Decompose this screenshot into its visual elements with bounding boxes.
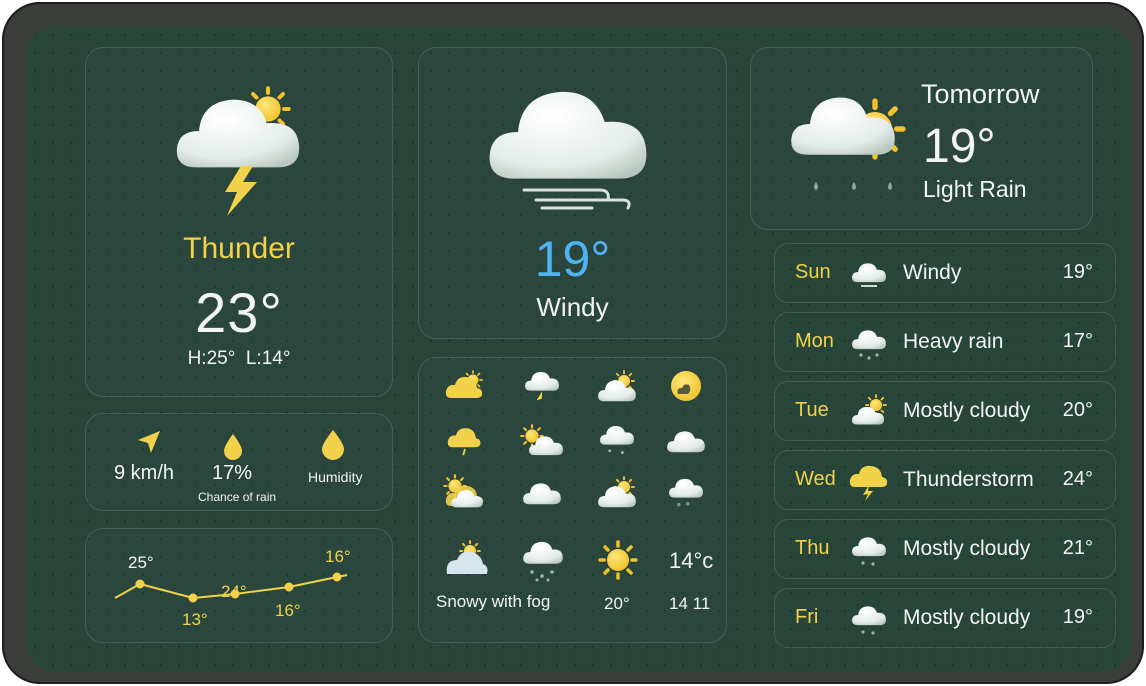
forecast-condition: Mostly cloudy: [903, 537, 1031, 560]
rain-chance: 17%: [212, 462, 253, 484]
low-temp: L:14°: [245, 348, 291, 369]
heavy-rain-icon: [852, 330, 886, 360]
snow-cloud-icon: [523, 541, 563, 582]
device-frame: Thunder 23° H:25° L:14° 9 km/h 17% Chanc…: [2, 2, 1144, 684]
forecast-temp: 24°: [1062, 468, 1093, 490]
forecast-day: Wed: [795, 468, 836, 490]
forecast-condition: Mostly cloudy: [903, 399, 1031, 422]
forecast-row[interactable]: Fri Mostly cloudy 19°: [774, 588, 1116, 648]
partly-sunny-icon: [445, 370, 483, 398]
sun-cloud-small-icon: [443, 474, 484, 508]
cloud-drizzle-icon: [600, 425, 634, 455]
current-condition: Thunder: [183, 232, 295, 265]
windy-cloud-icon: [852, 263, 886, 287]
cloud-rain-icon: [852, 537, 886, 566]
forecast-row[interactable]: Thu Mostly cloudy 21°: [774, 519, 1116, 579]
forecast-condition: Mostly cloudy: [903, 606, 1031, 629]
trend-point: [284, 582, 294, 592]
high-temp: H:25°: [187, 348, 236, 369]
trend-point: [188, 593, 198, 603]
forecast-day: Tue: [795, 399, 829, 421]
grid-caption: Snowy with fog: [436, 592, 551, 611]
forecast-temp: 19°: [1062, 606, 1093, 628]
mostly-cloudy-icon: [598, 476, 636, 508]
current-temp: 23°: [195, 281, 283, 344]
cloud-icon: [523, 483, 561, 505]
tomorrow-label: Tomorrow: [921, 79, 1040, 109]
forecast-condition: Windy: [903, 261, 962, 284]
trend-label: 16°: [325, 547, 351, 566]
grid-temp-c: 14 11: [669, 594, 711, 613]
sun-behind-cloud-icon: [520, 424, 563, 456]
trend-label: 13°: [182, 610, 208, 629]
rain-chance-label: Chance of rain: [198, 490, 277, 504]
weather-dashboard: Thunder 23° H:25° L:14° 9 km/h 17% Chanc…: [26, 26, 1132, 672]
cloudy-icon: [667, 431, 705, 453]
trend-point: [135, 579, 145, 589]
grid-temp-a: 20°: [604, 594, 630, 613]
trend-label: 25°: [128, 553, 154, 572]
raindrop-icon: [224, 434, 242, 460]
center-temp: 19°: [534, 231, 611, 287]
trend-point: [332, 572, 342, 582]
windy-cloud-icon: [489, 91, 647, 210]
thunder-cloud-icon: [525, 371, 559, 401]
forecast-row[interactable]: Mon Heavy rain 17°: [774, 312, 1116, 372]
forecast-day: Mon: [795, 330, 834, 352]
forecast-day: Thu: [795, 537, 830, 559]
forecast-temp: 19°: [1062, 261, 1093, 283]
thunder-icon: [176, 78, 300, 216]
wind-speed: 9 km/h: [114, 462, 175, 484]
forecast-row[interactable]: Tue Mostly cloudy 20°: [774, 381, 1116, 441]
forecast-row[interactable]: Sun Windy 19°: [774, 243, 1116, 303]
forecast-row[interactable]: Wed Thunderstorm 24°: [774, 450, 1116, 510]
forecast-condition: Heavy rain: [903, 330, 1004, 353]
thunderstorm-icon: [849, 465, 888, 501]
forecast-temp: 21°: [1062, 537, 1093, 559]
trend-label: 24°: [221, 582, 247, 601]
sun-icon: [598, 540, 638, 580]
snowy-fog-icon: [446, 540, 488, 574]
high-low: H:25° L:14°: [85, 348, 393, 370]
navigation-arrow-icon: [138, 431, 160, 453]
humidity-label: Humidity: [308, 469, 363, 485]
tomorrow-condition: Light Rain: [923, 176, 1027, 202]
storm-cloud-icon: [669, 478, 703, 507]
light-rain-icon: [791, 97, 912, 190]
partly-cloudy-icon: [598, 370, 636, 402]
sunny-rain-icon: [447, 428, 481, 456]
sun-cloud-icon: [671, 371, 701, 401]
humidity-drop-icon: [322, 430, 344, 460]
forecast-day: Sun: [795, 261, 831, 283]
forecast-day: Fri: [795, 606, 819, 628]
center-condition: Windy: [536, 292, 609, 322]
forecast-condition: Thunderstorm: [903, 468, 1034, 491]
trend-label: 16°: [275, 601, 301, 620]
grid-temp-b: 14°c: [669, 548, 714, 573]
partly-sunny-icon: [852, 394, 887, 425]
trend-chart: 25° 24° 16° 13° 16°: [114, 547, 351, 629]
cloud-rain-icon: [852, 606, 886, 635]
forecast-temp: 17°: [1062, 330, 1093, 352]
forecast-temp: 20°: [1062, 399, 1093, 421]
tomorrow-temp: 19°: [923, 120, 996, 173]
